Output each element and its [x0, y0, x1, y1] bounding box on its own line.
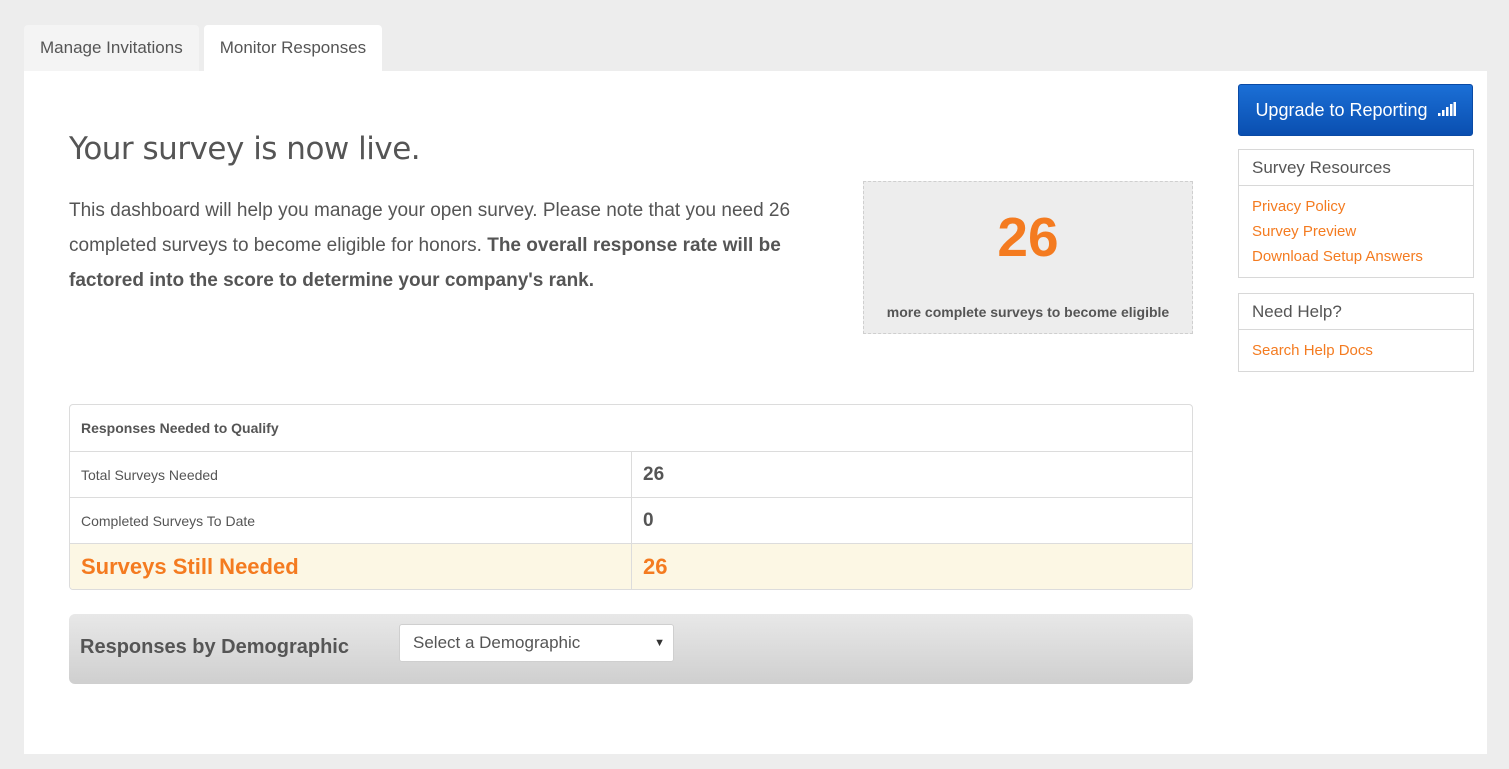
row-label: Surveys Still Needed: [70, 543, 631, 589]
tab-bar: Manage Invitations Monitor Responses: [24, 25, 387, 71]
privacy-policy-link[interactable]: Privacy Policy: [1252, 194, 1460, 219]
demographic-label: Responses by Demographic: [80, 636, 349, 658]
intro-paragraph: This dashboard will help you manage your…: [69, 193, 839, 298]
row-value: 26: [631, 543, 1192, 589]
survey-preview-link[interactable]: Survey Preview: [1252, 219, 1460, 244]
surveys-remaining-caption: more complete surveys to become eligible: [886, 304, 1170, 320]
survey-resources-title: Survey Resources: [1239, 150, 1473, 186]
row-value: 26: [631, 451, 1192, 497]
survey-resources-links: Privacy Policy Survey Preview Download S…: [1239, 186, 1473, 277]
upgrade-to-reporting-button[interactable]: Upgrade to Reporting: [1238, 84, 1473, 136]
upgrade-button-label: Upgrade to Reporting: [1255, 100, 1428, 120]
eligibility-callout: 26 more complete surveys to become eligi…: [863, 181, 1193, 334]
page-title: Your survey is now live.: [69, 131, 421, 167]
row-label: Total Surveys Needed: [70, 451, 631, 497]
signal-bars-icon: [1437, 102, 1456, 117]
table-header-row: Responses Needed to Qualify: [70, 405, 1192, 451]
main-panel: Your survey is now live. This dashboard …: [24, 71, 1487, 754]
caret-down-icon: ▼: [654, 637, 665, 649]
tab-monitor-responses[interactable]: Monitor Responses: [203, 25, 383, 71]
demographic-select[interactable]: Select a Demographic ▼: [399, 624, 674, 662]
download-setup-answers-link[interactable]: Download Setup Answers: [1252, 244, 1460, 269]
qualification-table: Responses Needed to Qualify Total Survey…: [69, 404, 1193, 590]
surveys-remaining-count: 26: [997, 206, 1059, 268]
row-label: Completed Surveys To Date: [70, 497, 631, 543]
survey-resources-box: Survey Resources Privacy Policy Survey P…: [1238, 149, 1474, 278]
need-help-title: Need Help?: [1239, 294, 1473, 330]
table-header: Responses Needed to Qualify: [81, 420, 279, 436]
need-help-links: Search Help Docs: [1239, 330, 1473, 371]
search-help-docs-link[interactable]: Search Help Docs: [1252, 338, 1460, 363]
row-value: 0: [631, 497, 1192, 543]
table-row: Completed Surveys To Date 0: [70, 497, 1192, 543]
table-row-highlight: Surveys Still Needed 26: [70, 543, 1192, 589]
demographic-bar: Responses by Demographic Select a Demogr…: [69, 614, 1193, 684]
table-row: Total Surveys Needed 26: [70, 451, 1192, 497]
tab-manage-invitations[interactable]: Manage Invitations: [24, 25, 199, 71]
need-help-box: Need Help? Search Help Docs: [1238, 293, 1474, 372]
demographic-select-value: Select a Demographic: [413, 633, 581, 652]
